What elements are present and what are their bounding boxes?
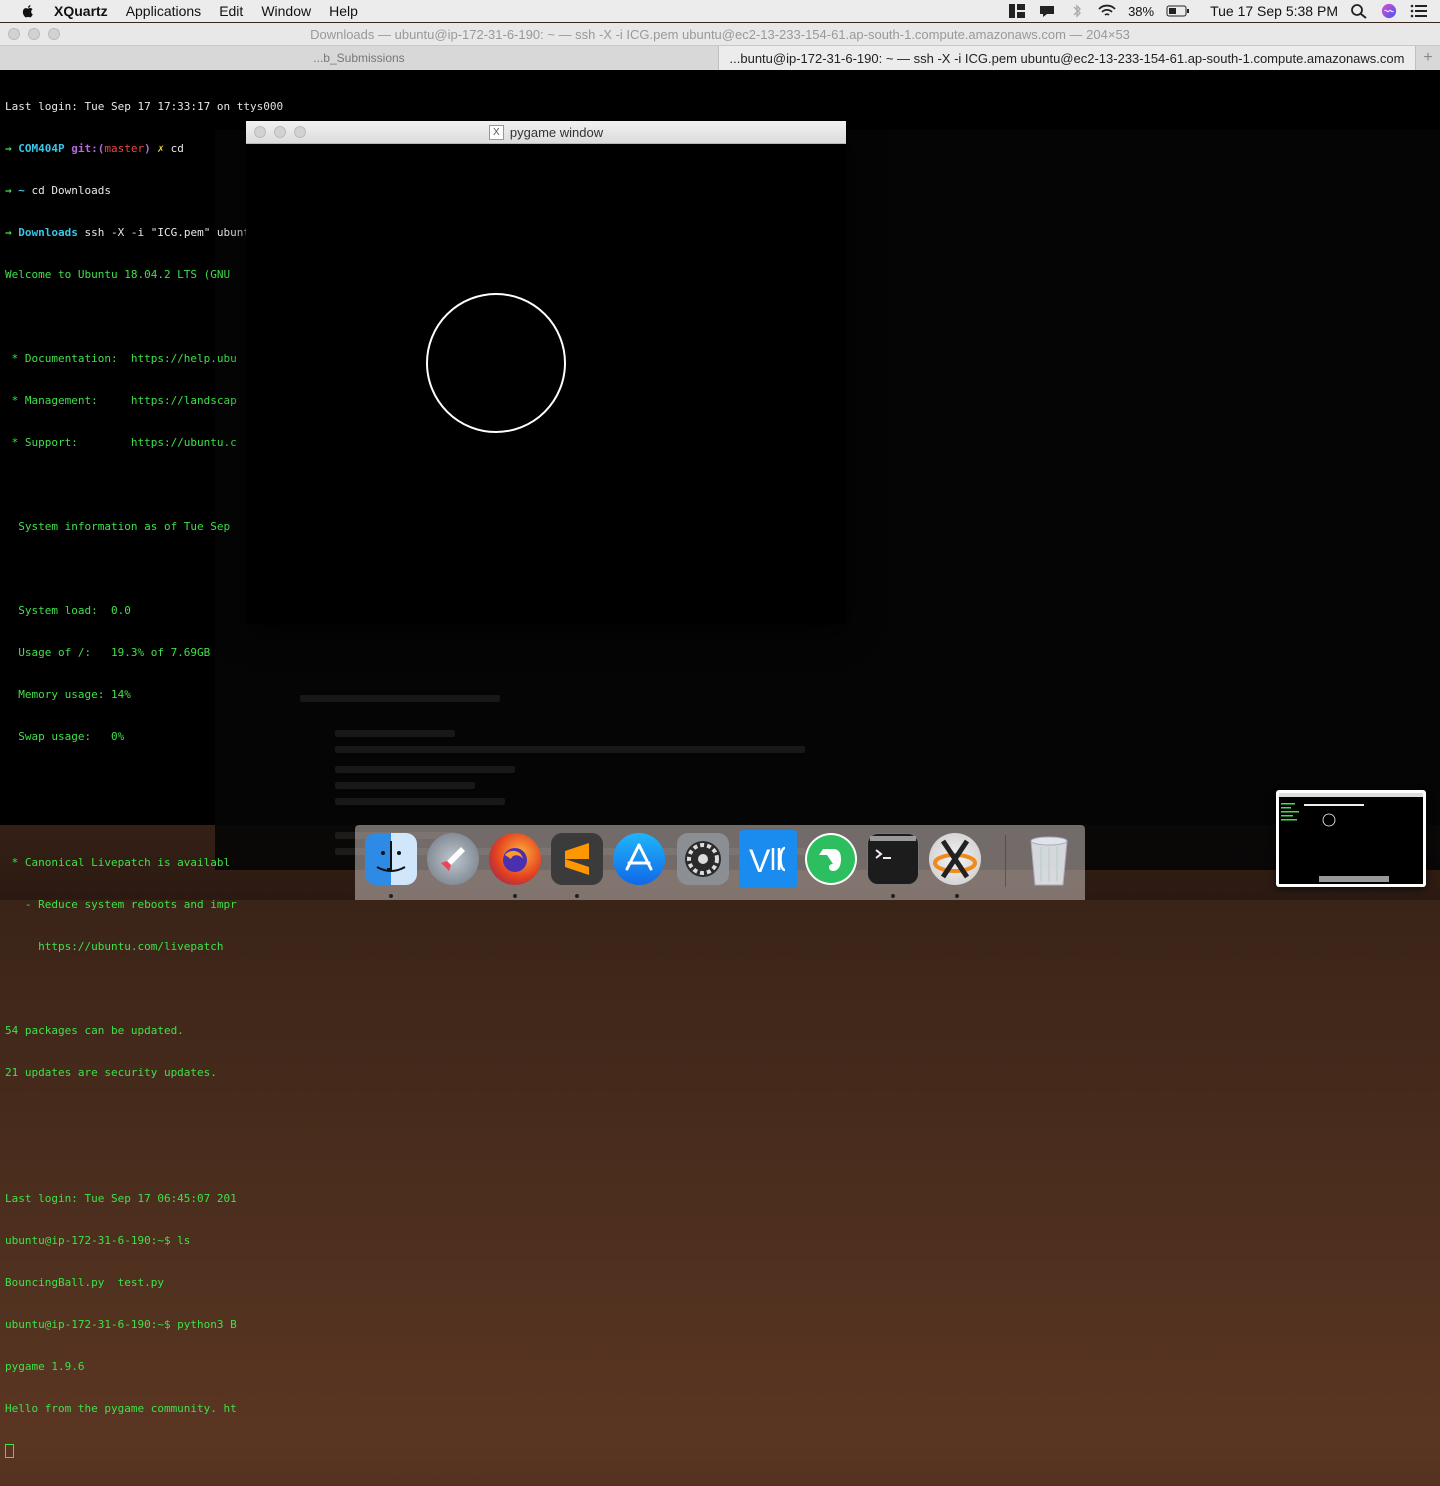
pygame-canvas[interactable] — [246, 144, 846, 625]
terminal-titlebar[interactable]: Downloads — ubuntu@ip-172-31-6-190: ~ — … — [0, 23, 1440, 46]
tab-bar: ...b_Submissions ...buntu@ip-172-31-6-19… — [0, 46, 1440, 71]
clock[interactable]: Tue 17 Sep 5:38 PM — [1210, 3, 1338, 19]
zoom-button[interactable] — [48, 28, 60, 40]
dock: V — [355, 825, 1085, 900]
terminal-line: https://ubuntu.com/livepatch — [5, 940, 224, 953]
terminal-icon[interactable] — [867, 833, 919, 885]
running-indicator — [389, 894, 393, 898]
x11-icon: X — [488, 124, 504, 140]
menu-help[interactable]: Help — [329, 3, 358, 19]
pygame-window-controls — [254, 126, 306, 138]
thumbnail-preview — [1279, 793, 1423, 884]
terminal-line: Last login: Tue Sep 17 06:45:07 201 — [5, 1192, 237, 1205]
terminal-line: - Reduce system reboots and impr — [5, 898, 237, 911]
window-controls — [8, 28, 60, 40]
terminal-line: BouncingBall.py test.py — [5, 1276, 164, 1289]
status-menus: 38% Tue 17 Sep 5:38 PM — [1008, 0, 1428, 22]
terminal-line: 54 packages can be updated. — [5, 1024, 184, 1037]
trash-icon[interactable] — [1023, 833, 1075, 886]
running-indicator — [513, 894, 517, 898]
new-tab-button[interactable]: + — [1416, 46, 1440, 70]
pygame-zoom-button[interactable] — [294, 126, 306, 138]
wifi-icon[interactable] — [1098, 3, 1116, 19]
menu-bar: XQuartz Applications Edit Window Help 38… — [0, 0, 1440, 22]
terminal-line: Memory usage: 14% — [5, 688, 131, 701]
svg-text:V: V — [749, 843, 771, 879]
bouncing-ball — [426, 293, 566, 433]
siri-icon[interactable] — [1380, 3, 1398, 19]
minimized-window-thumbnail[interactable] — [1276, 790, 1426, 887]
pygame-minimize-button[interactable] — [274, 126, 286, 138]
finder-icon[interactable] — [365, 833, 417, 885]
notification-icon[interactable] — [1038, 3, 1056, 19]
terminal-line: Hello from the pygame community. ht — [5, 1402, 237, 1415]
pygame-title: pygame window — [509, 124, 604, 140]
running-indicator — [891, 894, 895, 898]
tab-submissions[interactable]: ...b_Submissions — [0, 46, 719, 70]
notification-center-icon[interactable] — [1410, 3, 1428, 19]
apple-menu-icon[interactable] — [20, 3, 36, 19]
terminal-line: 21 updates are security updates. — [5, 1066, 217, 1079]
tab-ssh-session[interactable]: ...buntu@ip-172-31-6-190: ~ — ssh -X -i … — [719, 46, 1416, 70]
battery-percent: 38% — [1128, 3, 1155, 19]
launchpad-icon[interactable] — [427, 833, 479, 885]
menu-applications[interactable]: Applications — [126, 3, 202, 19]
system-preferences-icon[interactable] — [677, 833, 729, 885]
cursor-line — [5, 1444, 594, 1458]
app-store-icon[interactable] — [613, 833, 665, 885]
pygame-close-button[interactable] — [254, 126, 266, 138]
sublime-text-icon[interactable] — [551, 833, 603, 885]
battery-icon[interactable] — [1166, 3, 1190, 19]
bluetooth-icon[interactable] — [1068, 3, 1086, 19]
running-indicator — [955, 894, 959, 898]
pygame-window: X pygame window — [246, 121, 846, 624]
terminal-cursor — [5, 1444, 14, 1458]
terminal-line: Usage of /: 19.3% of 7.69GB — [5, 646, 211, 659]
xquartz-icon[interactable] — [929, 833, 981, 885]
menu-window[interactable]: Window — [261, 3, 311, 19]
terminal-line: ubuntu@ip-172-31-6-190:~$ python3 B — [5, 1318, 237, 1331]
terminal-line: pygame 1.9.6 — [5, 1360, 85, 1373]
menu-edit[interactable]: Edit — [219, 3, 243, 19]
window-manager-icon[interactable] — [1008, 3, 1026, 19]
firefox-icon[interactable] — [489, 833, 541, 885]
running-indicator — [575, 894, 579, 898]
spotlight-search-icon[interactable] — [1350, 3, 1368, 19]
vnc-viewer-icon[interactable]: V — [739, 830, 797, 888]
pygame-titlebar[interactable]: X pygame window — [246, 121, 846, 144]
minimize-button[interactable] — [28, 28, 40, 40]
terminal-line: Swap usage: 0% — [5, 730, 125, 743]
close-button[interactable] — [8, 28, 20, 40]
terminal-title: Downloads — ubuntu@ip-172-31-6-190: ~ — … — [310, 26, 1130, 42]
dock-separator — [1005, 835, 1006, 887]
terminal-line: Last login: Tue Sep 17 17:33:17 on ttys0… — [5, 100, 284, 113]
menu-xquartz[interactable]: XQuartz — [54, 3, 108, 19]
terminal-line: ubuntu@ip-172-31-6-190:~$ ls — [5, 1234, 191, 1247]
evernote-icon[interactable] — [805, 833, 857, 885]
